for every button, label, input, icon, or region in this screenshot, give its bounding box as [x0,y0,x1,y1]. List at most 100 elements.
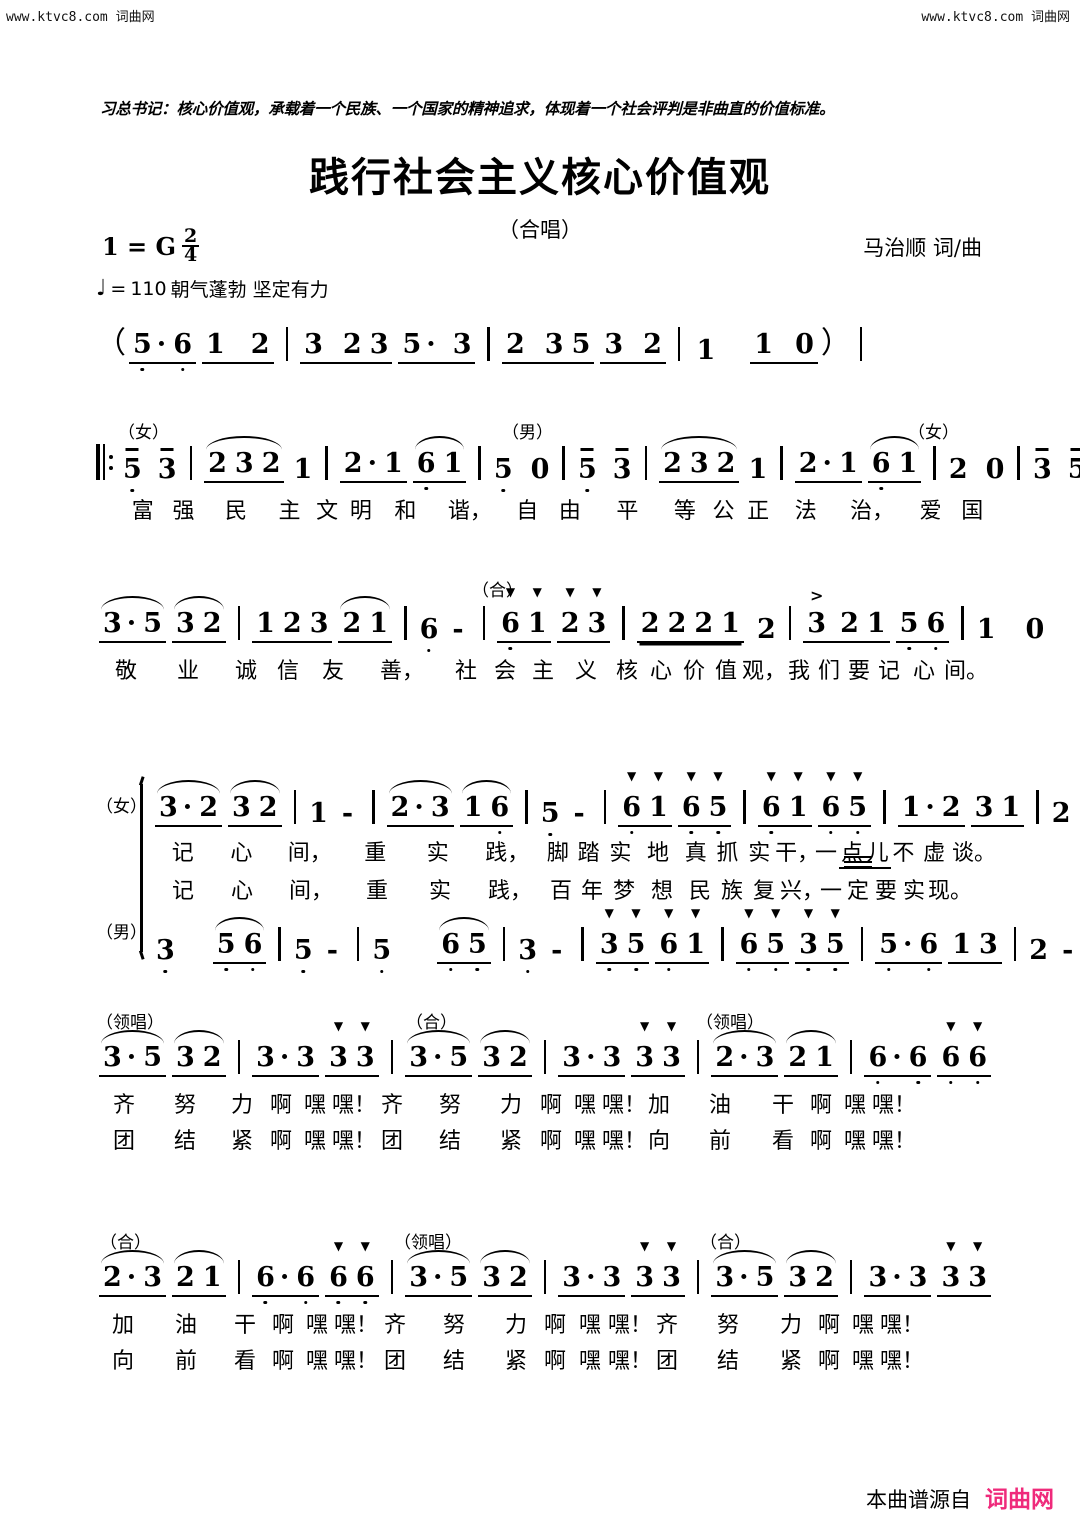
watermark-top-left: www.ktvc8.com 词曲网 [6,10,155,25]
note: 5 [402,329,422,360]
note: 1 [524,610,551,637]
note: 1 [838,448,858,479]
lyric-syllable: 谈。 [952,841,997,866]
lyric-syllable: 义 [574,659,597,684]
note: 6 [169,331,196,358]
note: 3 [143,1262,162,1293]
lyric-syllable: 年 [580,879,603,904]
note: 1 [369,608,389,639]
lyric-syllable: 力 [230,1093,253,1118]
barline [502,927,506,961]
lyric-syllable: 正 [747,499,770,524]
note: 6 [325,1264,352,1291]
part-tag-female-2: （女） [908,423,959,443]
note: 2 [176,1262,195,1293]
barline [961,606,964,640]
note: 6 [922,610,949,637]
note: 2 [1029,935,1049,966]
lyric-syllable: 啊 [539,1093,562,1118]
augmentation-dot: · [126,1042,137,1073]
lyric-syllable: 平 [616,499,639,524]
beam-group: 2 1 [784,1030,838,1077]
note: 3 [176,608,195,639]
augmentation-dot: · [432,1262,443,1293]
beam-group: 6 1 [867,436,922,483]
barline [860,927,864,961]
barline [543,1040,547,1074]
part-tag-tutti-2: （合） [100,1233,151,1253]
beam-group: 1 6 [459,780,514,827]
note: 2 [208,448,227,479]
note: 3 [658,1044,685,1071]
lyric-syllable: 复 [752,879,775,904]
beam-group: 6 5 [817,794,872,827]
note: 1 [785,794,812,821]
lyric-syllable: 团 [655,1349,678,1374]
lyric-syllable: 诚 [234,659,257,684]
lyric-syllable: 治， [850,499,895,524]
note: 3 [159,792,178,823]
lyric-syllable: 间， [288,879,333,904]
beam-group: 3 1 [970,794,1025,827]
note: 3 [978,929,998,960]
lyric-syllable: 主 [531,659,554,684]
lyrics-line-1: 齐 努 力 啊 嘿 嘿！ 齐 努 力 啊 嘿 嘿！ 加 油 干 啊 嘿 嘿！ [98,1087,992,1119]
lyric-syllable: 嘿！ [608,1313,653,1338]
note: 1 [754,329,774,360]
lyrics-line: 富 强 民 主 文 明 和 谐， 自 由 平 等 公 正 法 治， 爱 国 [122,493,992,525]
footer-text: 本曲谱源自 [866,1488,971,1512]
lyric-syllable: 嘿！ [334,1349,379,1374]
note: 1 [696,335,716,366]
duration-dash: - [1074,800,1080,827]
note: 3 [309,608,329,639]
note: 6 [618,794,645,821]
note: 5 [844,794,871,821]
barline [1017,446,1020,480]
note: 6 [758,794,785,821]
duration-dash: - [326,935,338,966]
note: 3 [908,1262,928,1293]
beam-group: 6 5 [735,931,790,964]
note: 5 [129,331,156,358]
lyric-syllable: 心 [230,879,253,904]
barline [788,606,792,640]
beam-group: 6 1 [412,436,467,483]
note: 5 [290,937,317,964]
lyric-syllable: 兴， [780,879,825,904]
lyric-syllable: 定 [844,866,872,905]
note: 3 [604,329,624,360]
note: 3 [325,1044,352,1071]
note: 6 [937,1044,964,1071]
lyric-syllable: 嘿 [305,1313,328,1338]
leader-quote: 习总书记：核心价值观，承载着一个民族、一个国家的精神追求，体现着一个社会评判是非… [100,99,835,118]
lyric-syllable: 嘿！ [608,1349,653,1374]
lyric-syllable: 嘿 [851,1349,874,1374]
lyric-syllable: 由 [558,499,581,524]
lyric-syllable: 梦 [612,879,635,904]
lyric-syllable: 价 [682,659,705,684]
repeat-start-barline [96,444,113,483]
beam-group: 1 · 2 [897,794,965,827]
note: 0 [985,454,1005,485]
beam-group: 3 · 3 [864,1262,932,1297]
lyric-syllable: 结 [442,1349,465,1374]
note: 5 [571,329,591,360]
note: 3 [583,610,610,637]
note: 1 [866,608,886,639]
augmentation-dot: · [432,1042,443,1073]
beam-group: 3 2 [478,1030,532,1077]
lyric-syllable: 民 [224,499,247,524]
barline [482,606,486,640]
note: 3 [1029,456,1056,483]
note: 2 [788,1042,808,1073]
lyric-syllable: 要 [874,879,897,904]
note: 6 [252,1264,279,1291]
beam-group: 3 3 [937,1264,992,1297]
footer-brand: 词曲网 [985,1487,1054,1513]
lyric-syllable: 嘿 [843,1129,866,1154]
augmentation-dot: · [182,792,193,823]
lyric-syllable: 现。 [928,879,973,904]
beam-group: 2 3 2 [659,436,740,483]
beam-group: 2 · 3 [386,780,454,827]
notation-row: 5 3 2 3 2 1 2 · 1 6 1 5 0 5 3 2 3 2 1 2 … [96,436,1080,483]
